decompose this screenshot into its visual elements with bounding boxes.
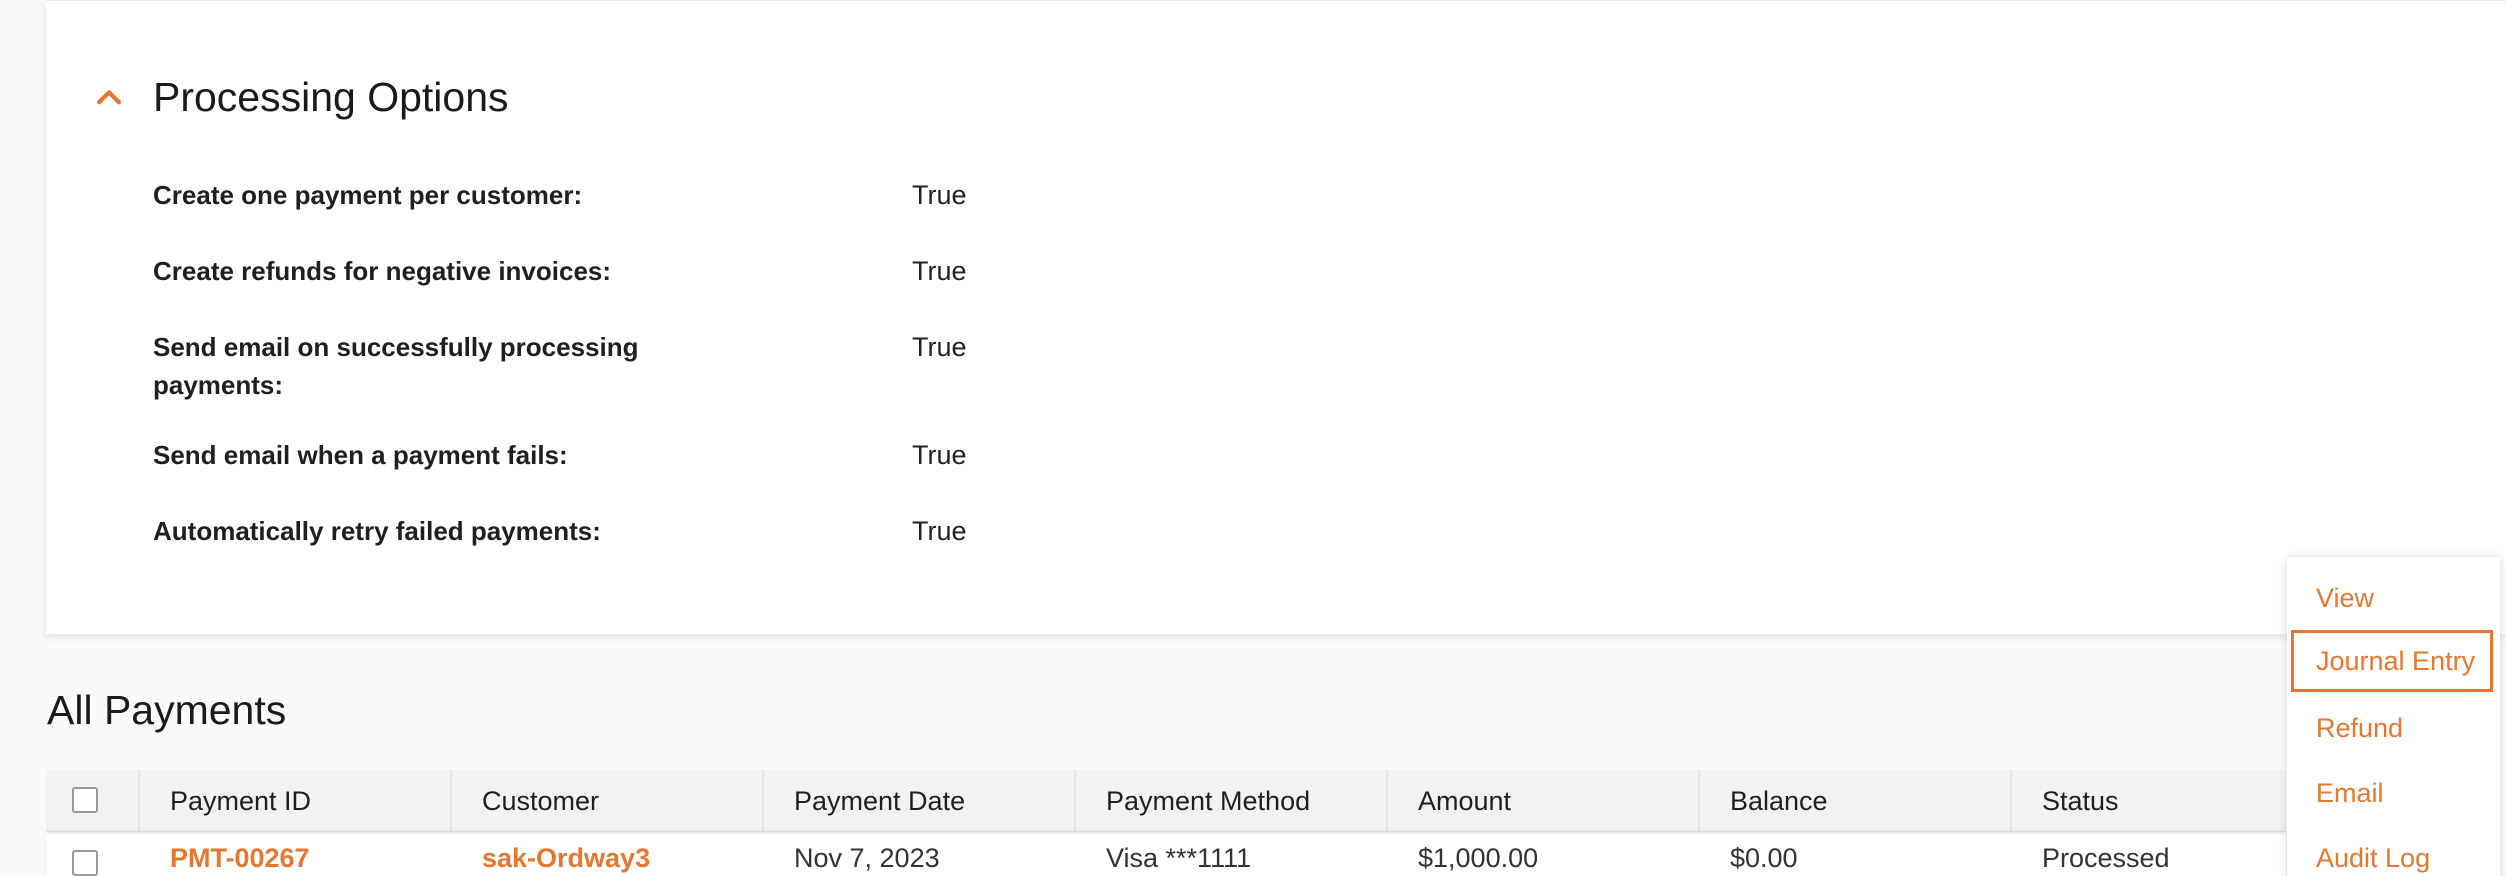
column-header-payment-method[interactable]: Payment Method bbox=[1074, 770, 1386, 832]
processing-options-title: Processing Options bbox=[153, 74, 509, 120]
amount-cell: $1,000.00 bbox=[1418, 843, 1539, 873]
column-header-customer[interactable]: Customer bbox=[450, 770, 762, 832]
option-label: Create refunds for negative invoices: bbox=[153, 256, 612, 286]
option-label: Automatically retry failed payments: bbox=[153, 516, 601, 546]
table-row[interactable]: PMT-00267 sak-Ordway3 Nov 7, 2023 Visa *… bbox=[46, 834, 2286, 876]
chevron-up-icon bbox=[96, 90, 122, 105]
payments-table: Payment ID Customer Payment Date Payment… bbox=[46, 770, 2286, 876]
option-value: True bbox=[912, 440, 967, 470]
menu-item-audit-log[interactable]: Audit Log bbox=[2291, 827, 2493, 876]
balance-cell: $0.00 bbox=[1730, 843, 1798, 873]
column-header-balance[interactable]: Balance bbox=[1698, 770, 2010, 832]
column-header-amount[interactable]: Amount bbox=[1386, 770, 1698, 832]
menu-item-email[interactable]: Email bbox=[2291, 762, 2493, 824]
collapse-button[interactable] bbox=[84, 73, 134, 123]
menu-item-refund[interactable]: Refund bbox=[2291, 697, 2493, 759]
page: Processing Options Create one payment pe… bbox=[0, 0, 2506, 876]
payment-method-cell: Visa ***1111 bbox=[1106, 843, 1252, 873]
option-label: Create one payment per customer: bbox=[153, 180, 583, 210]
status-cell: Processed bbox=[2042, 843, 2170, 873]
all-payments-title: All Payments bbox=[47, 687, 287, 733]
processing-options-header: Processing Options bbox=[46, 63, 2506, 133]
column-header-payment-date[interactable]: Payment Date bbox=[762, 770, 1074, 832]
payment-id-link[interactable]: PMT-00267 bbox=[140, 834, 310, 876]
option-label: Send email on successfully processing pa… bbox=[153, 332, 639, 400]
option-label: Send email when a payment fails: bbox=[153, 440, 568, 470]
menu-item-journal-entry[interactable]: Journal Entry bbox=[2291, 630, 2493, 692]
row-checkbox[interactable] bbox=[72, 850, 98, 876]
menu-item-view[interactable]: View bbox=[2291, 567, 2493, 629]
option-value: True bbox=[912, 332, 967, 362]
table-header: Payment ID Customer Payment Date Payment… bbox=[46, 770, 2286, 832]
row-actions-menu: View Journal Entry Refund Email Audit Lo… bbox=[2287, 556, 2500, 876]
column-header-payment-id[interactable]: Payment ID bbox=[138, 770, 450, 832]
option-value: True bbox=[912, 180, 967, 210]
customer-link[interactable]: sak-Ordway3 bbox=[452, 834, 650, 876]
column-header-status[interactable]: Status bbox=[2010, 770, 2286, 832]
option-value: True bbox=[912, 516, 967, 546]
option-value: True bbox=[912, 256, 967, 286]
processing-options-card: Processing Options Create one payment pe… bbox=[46, 0, 2506, 634]
select-all-checkbox[interactable] bbox=[72, 787, 98, 813]
payment-date-cell: Nov 7, 2023 bbox=[794, 843, 940, 873]
